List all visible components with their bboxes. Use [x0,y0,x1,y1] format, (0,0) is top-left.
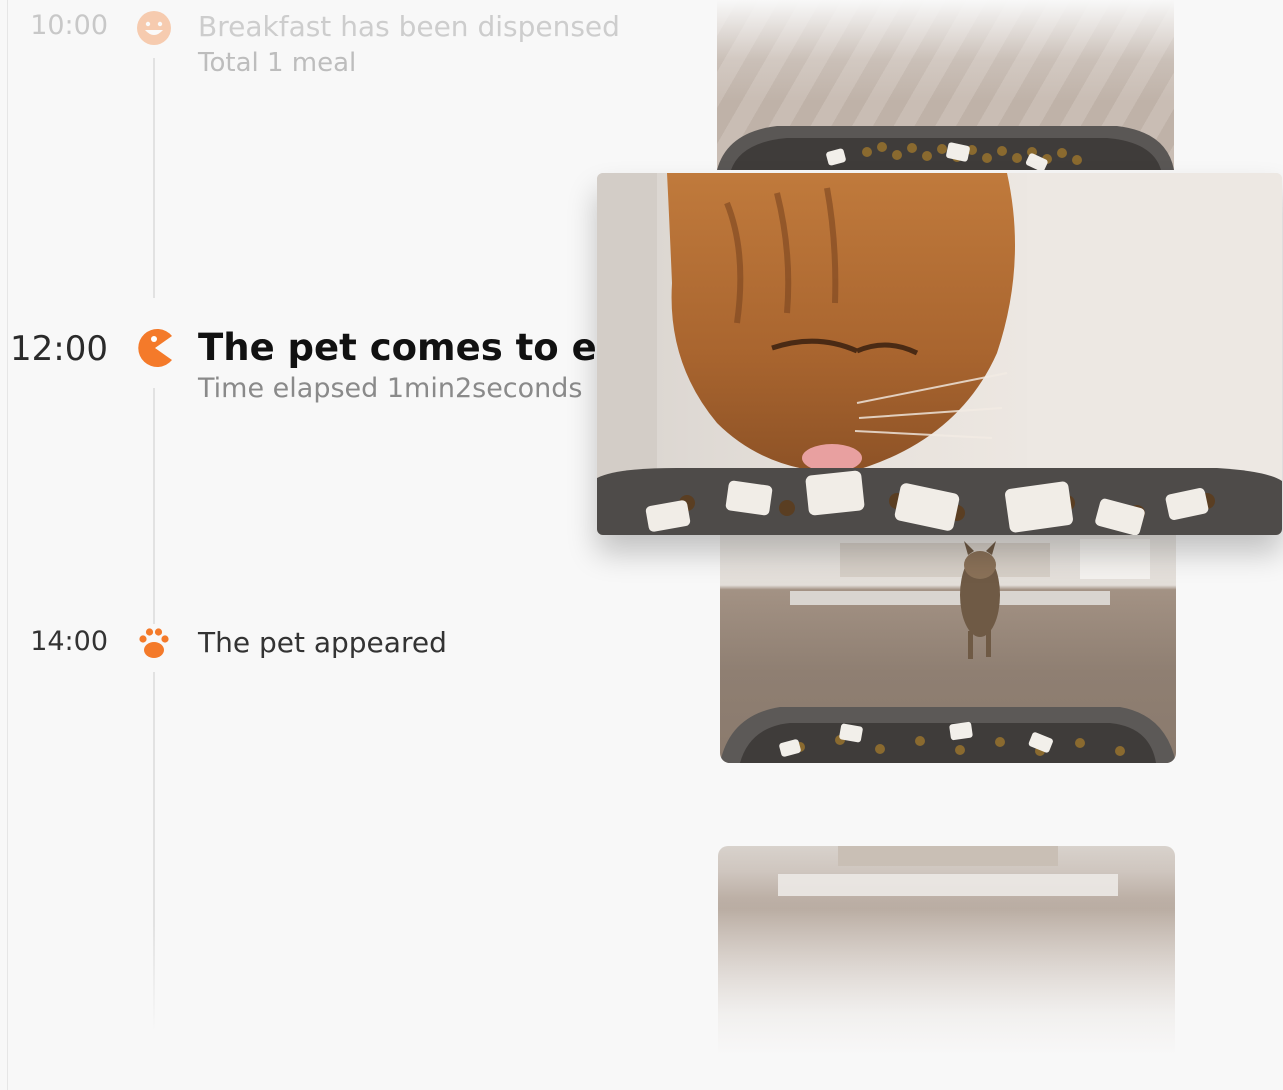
event-time: 12:00 [10,329,108,369]
event-subtitle: Total 1 meal [198,48,357,78]
snapshot-food-bowl[interactable] [717,0,1174,170]
snapshot-cat-eating[interactable] [597,173,1282,535]
event-title: The pet comes to eat [198,326,640,369]
event-subtitle: Time elapsed 1min2seconds [198,373,583,404]
page-edge [7,0,8,1090]
timeline-connector [153,388,155,624]
pacman-eat-icon [134,327,176,369]
timeline-connector [153,58,155,298]
paw-icon [135,624,173,662]
snapshot-floor[interactable] [718,846,1175,1056]
timeline-connector [153,672,155,1032]
event-time: 10:00 [30,10,108,41]
event-title: The pet appeared [198,626,447,659]
event-title: Breakfast has been dispensed [198,10,620,43]
event-time: 14:00 [30,626,108,657]
snapshot-cat-walking[interactable] [720,535,1176,763]
smile-icon [136,10,172,46]
